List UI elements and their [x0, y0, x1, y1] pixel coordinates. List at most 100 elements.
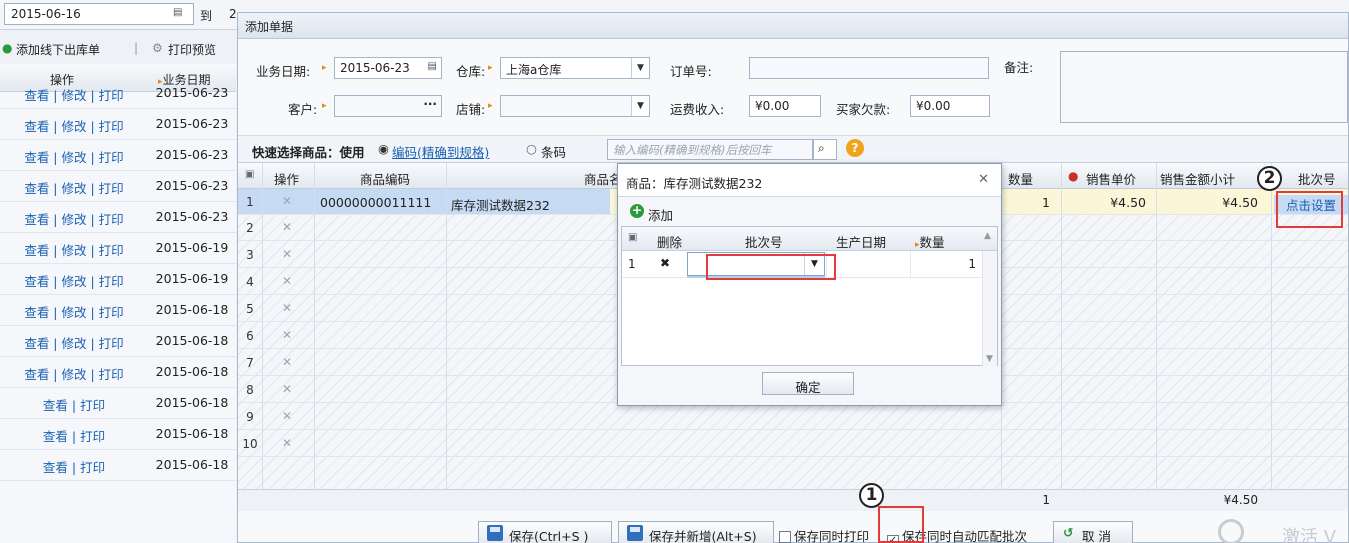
row-actions[interactable]: 查看 | 修改 | 打印 — [0, 333, 148, 352]
row-date: 2015-06-19 — [155, 240, 229, 255]
row-actions[interactable]: 查看 | 修改 | 打印 — [0, 364, 148, 383]
chevron-down-icon[interactable]: ▼ — [631, 58, 649, 78]
delete-row-icon[interactable]: ✕ — [282, 355, 292, 369]
batch-add-button[interactable]: 添加 — [648, 205, 673, 224]
row-number: 9 — [246, 410, 254, 424]
delete-row-icon[interactable]: ✕ — [282, 328, 292, 342]
col-price: 销售单价 — [1086, 172, 1137, 187]
add-icon[interactable]: ● — [2, 41, 12, 55]
customer-input[interactable]: ··· — [334, 95, 442, 117]
order-row[interactable]: 查看 | 修改 | 打印 2015-06-23 — [0, 171, 236, 202]
watermark-text: 激活 V — [1282, 527, 1337, 543]
remark-textarea[interactable] — [1060, 51, 1348, 123]
delete-row-icon[interactable]: ✕ — [282, 194, 292, 208]
order-row[interactable]: 查看 | 打印 2015-06-18 — [0, 450, 236, 481]
product-qty[interactable]: 1 — [1018, 195, 1050, 210]
row-actions[interactable]: 查看 | 打印 — [0, 457, 148, 476]
delete-row-icon[interactable]: ✕ — [282, 247, 292, 261]
calendar-icon[interactable]: ▤ — [173, 7, 182, 18]
help-icon[interactable]: ? — [846, 139, 864, 157]
delete-row-icon[interactable]: ✕ — [282, 301, 292, 315]
save-new-button[interactable]: 保存并新增(Alt+S) — [618, 521, 774, 543]
delete-row-icon[interactable]: ✕ — [282, 220, 292, 234]
scroll-down-icon[interactable]: ▼ — [986, 354, 993, 364]
summary-row: 1 ¥4.50 — [238, 489, 1348, 511]
row-actions[interactable]: 查看 | 修改 | 打印 — [0, 271, 148, 290]
order-row[interactable]: 查看 | 修改 | 打印 2015-06-23 — [0, 78, 236, 109]
annotation-box-1 — [878, 506, 924, 543]
date-from-value: 2015-06-16 — [11, 7, 81, 21]
scroll-up-icon[interactable]: ▲ — [984, 231, 991, 241]
order-no-input[interactable] — [749, 57, 989, 79]
row-actions[interactable]: 查看 | 修改 | 打印 — [0, 209, 148, 228]
order-row[interactable]: 查看 | 修改 | 打印 2015-06-18 — [0, 326, 236, 357]
row-actions[interactable]: 查看 | 修改 | 打印 — [0, 240, 148, 259]
radio-barcode[interactable]: ○ — [526, 141, 537, 156]
freight-input[interactable]: ¥0.00 — [749, 95, 821, 117]
row-actions[interactable]: 查看 | 修改 | 打印 — [0, 178, 148, 197]
batch-qty[interactable]: 1 — [912, 257, 976, 271]
mode-barcode-label: 条码 — [541, 145, 567, 160]
batch-grid: ▣ 删除 批次号 生产日期 ▸数量 ▲ 1 ✖ ▼ 1 ▼ — [621, 226, 998, 366]
select-all-icon[interactable]: ▣ — [245, 169, 254, 180]
empty-product-row[interactable]: 9 ✕ — [238, 404, 1348, 430]
save-button[interactable]: 保存(Ctrl+S ) — [478, 521, 612, 543]
business-date-input[interactable]: 2015-06-23 ▤ — [334, 57, 442, 79]
store-select[interactable]: ▼ — [500, 95, 650, 117]
select-all-icon[interactable]: ▣ — [628, 232, 637, 243]
date-from-input[interactable]: 2015-06-16 ▤ — [4, 3, 194, 25]
batch-row-number: 1 — [628, 257, 636, 271]
col-code: 商品编码 — [360, 172, 411, 187]
mode-code-link[interactable]: 编码(精确到规格) — [392, 142, 489, 161]
radio-code[interactable]: ◉ — [378, 141, 389, 156]
product-price[interactable]: ¥4.50 — [1058, 195, 1146, 210]
row-number: 1 — [246, 195, 254, 209]
save-print-label: 保存同时打印 — [794, 529, 870, 543]
row-actions[interactable]: 查看 | 修改 | 打印 — [0, 302, 148, 321]
order-row[interactable]: 查看 | 修改 | 打印 2015-06-18 — [0, 357, 236, 388]
order-row[interactable]: 查看 | 打印 2015-06-18 — [0, 419, 236, 450]
scrollbar[interactable]: ▼ — [982, 251, 997, 366]
delete-batch-icon[interactable]: ✖ — [660, 256, 670, 270]
print-preview-button[interactable]: 打印预览 — [168, 41, 216, 58]
calendar-icon[interactable]: ▤ — [428, 61, 437, 72]
ellipsis-icon[interactable]: ··· — [423, 97, 437, 111]
save-new-label: 保存并新增(Alt+S) — [649, 529, 757, 543]
delete-row-icon[interactable]: ✕ — [282, 382, 292, 396]
delete-row-icon[interactable]: ✕ — [282, 274, 292, 288]
quick-select-input[interactable]: 输入编码(精确到规格)后按回车 — [607, 139, 813, 160]
quick-select-placeholder: 输入编码(精确到规格)后按回车 — [613, 143, 772, 157]
order-row[interactable]: 查看 | 修改 | 打印 2015-06-19 — [0, 264, 236, 295]
order-row[interactable]: 查看 | 修改 | 打印 2015-06-23 — [0, 202, 236, 233]
row-actions[interactable]: 查看 | 打印 — [0, 426, 148, 445]
row-actions[interactable]: 查看 | 打印 — [0, 395, 148, 414]
row-number: 5 — [246, 302, 254, 316]
add-offline-button[interactable]: 添加线下出库单 — [16, 41, 100, 58]
row-actions[interactable]: 查看 | 修改 | 打印 — [0, 85, 148, 104]
close-icon[interactable]: ✕ — [978, 172, 989, 187]
chevron-down-icon[interactable]: ▼ — [631, 96, 649, 116]
buyer-owe-input[interactable]: ¥0.00 — [910, 95, 990, 117]
button-bar: 保存(Ctrl+S ) 保存并新增(Alt+S) 保存同时打印 ✓ 保存同时自动匹… — [238, 519, 1348, 543]
order-row[interactable]: 查看 | 修改 | 打印 2015-06-19 — [0, 233, 236, 264]
row-actions[interactable]: 查看 | 修改 | 打印 — [0, 116, 148, 135]
product-code: 00000000011111 — [320, 195, 432, 210]
row-date: 2015-06-23 — [155, 178, 229, 193]
order-row[interactable]: 查看 | 打印 2015-06-18 — [0, 388, 236, 419]
search-icon[interactable]: ⌕ — [813, 139, 837, 160]
save-print-checkbox[interactable]: 保存同时打印 — [779, 526, 869, 543]
order-row[interactable]: 查看 | 修改 | 打印 2015-06-23 — [0, 140, 236, 171]
order-row[interactable]: 查看 | 修改 | 打印 2015-06-23 — [0, 109, 236, 140]
warehouse-select[interactable]: 上海a仓库 ▼ — [500, 57, 650, 79]
confirm-button[interactable]: 确定 — [762, 372, 854, 395]
order-row[interactable]: 查看 | 修改 | 打印 2015-06-18 — [0, 295, 236, 326]
order-list: 操作 ▸业务日期 查看 | 修改 | 打印 2015-06-23 查看 | 修改 |… — [0, 64, 236, 543]
delete-row-icon[interactable]: ✕ — [282, 436, 292, 450]
row-actions[interactable]: 查看 | 修改 | 打印 — [0, 147, 148, 166]
empty-product-row[interactable]: 10 ✕ — [238, 431, 1348, 457]
add-icon[interactable]: + — [630, 204, 644, 218]
annotation-box-2 — [1276, 191, 1343, 228]
delete-row-icon[interactable]: ✕ — [282, 409, 292, 423]
cancel-button[interactable]: ↺ 取 消 — [1053, 521, 1133, 543]
cancel-icon: ↺ — [1063, 525, 1074, 540]
